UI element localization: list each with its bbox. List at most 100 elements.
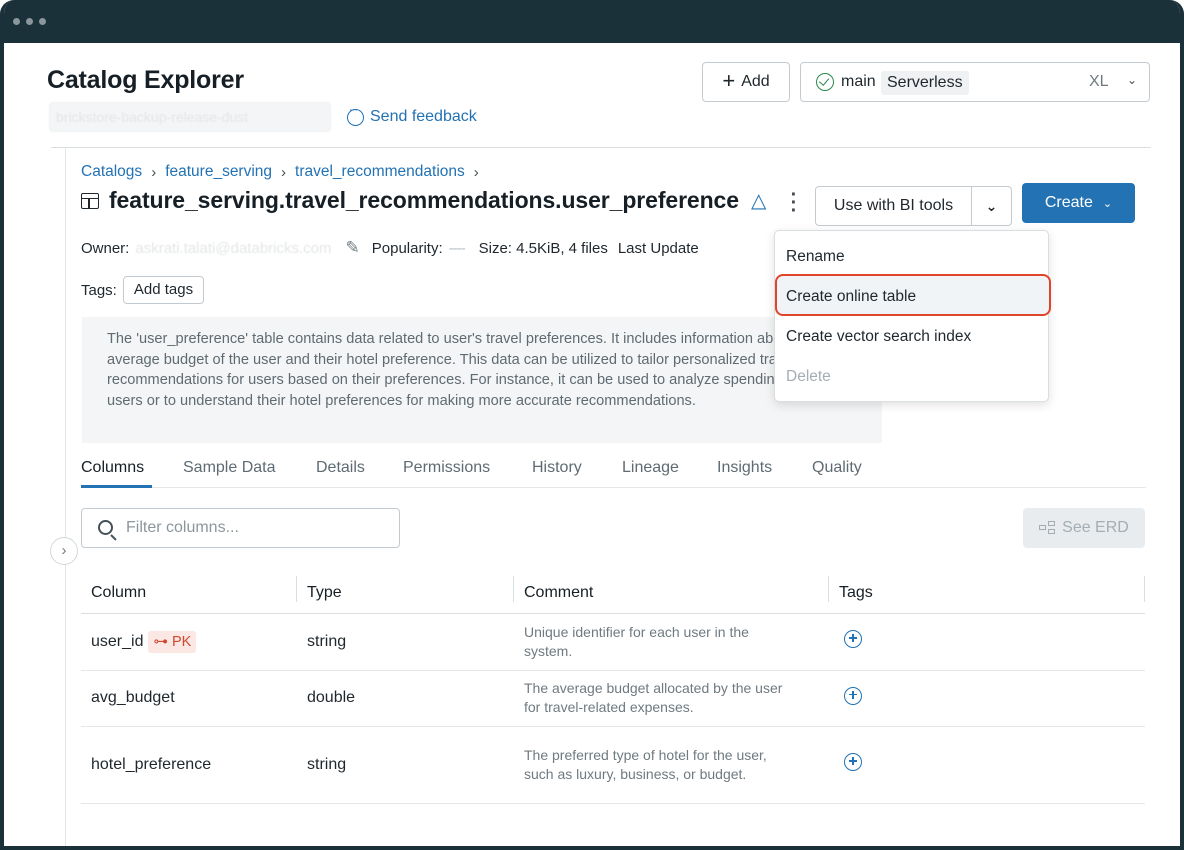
tab-permissions[interactable]: Permissions: [403, 459, 490, 477]
use-with-bi-tools-button[interactable]: Use with BI tools: [815, 186, 972, 226]
workspace-selector[interactable]: brickstore-backup-release-dust: [49, 102, 331, 132]
create-button-label: Create: [1044, 194, 1093, 211]
plus-icon: +: [722, 68, 736, 93]
table-row[interactable]: avg_budget double The average budget all…: [81, 670, 1145, 727]
popularity-label: Popularity:: [371, 239, 443, 257]
key-icon: ⊶: [153, 633, 168, 650]
header-type: Type: [297, 573, 514, 614]
column-type: string: [297, 726, 514, 804]
tags-row: Tags: Add tags: [81, 276, 205, 304]
columns-table: Column Type Comment Tags user_id ⊶ PK str…: [81, 573, 1145, 804]
feedback-icon: [347, 104, 364, 126]
warehouse-selector[interactable]: main Serverless XL ⌄: [800, 62, 1150, 102]
column-tags-cell: [829, 726, 1145, 804]
table-description: The 'user_preference' table contains dat…: [82, 317, 882, 443]
breadcrumb-catalog[interactable]: feature_serving: [165, 163, 272, 181]
app-window: Catalog Explorer brickstore-backup-relea…: [0, 0, 1184, 850]
check-circle-icon: [816, 73, 834, 91]
menu-item-delete: Delete: [786, 368, 831, 385]
column-comment: The average budget allocated by the user…: [514, 670, 829, 727]
add-tag-icon[interactable]: [844, 686, 862, 705]
column-tags-cell: [829, 670, 1145, 727]
window-maximize-dot[interactable]: [39, 18, 46, 25]
breadcrumb-separator: ›: [281, 163, 287, 181]
search-icon: [98, 520, 113, 535]
size-value: Size: 4.5KiB, 4 files: [478, 239, 608, 257]
window-close-dot[interactable]: [13, 18, 20, 25]
active-tab-indicator: [81, 485, 152, 488]
breadcrumb: Catalogs › feature_serving › travel_reco…: [81, 163, 479, 181]
create-button[interactable]: Create ⌄: [1022, 183, 1135, 223]
delta-icon: △: [750, 190, 767, 212]
menu-item-rename[interactable]: Rename: [786, 248, 845, 266]
add-tag-icon[interactable]: [844, 753, 862, 771]
kebab-icon[interactable]: · · ·: [787, 185, 801, 221]
warehouse-name: main: [841, 73, 876, 90]
erd-icon: [1039, 521, 1056, 535]
table-title: feature_serving.travel_recommendations.u…: [81, 187, 766, 214]
breadcrumb-schema[interactable]: travel_recommendations: [295, 163, 465, 181]
add-tags-button[interactable]: Add tags: [122, 276, 205, 304]
menu-item-create-online-table[interactable]: Create online table: [786, 288, 916, 306]
table-row[interactable]: user_id ⊶ PK string Unique identifier for…: [81, 613, 1145, 671]
table-row[interactable]: hotel_preference string The preferred ty…: [81, 726, 1145, 804]
menu-item-create-vector-search-index[interactable]: Create vector search index: [786, 328, 971, 346]
popularity-value: ----: [448, 239, 466, 257]
breadcrumb-catalogs[interactable]: Catalogs: [81, 163, 142, 181]
chevron-down-icon: ⌄: [1102, 197, 1113, 210]
column-comment: Unique identifier for each user in the s…: [514, 613, 829, 671]
primary-key-badge: ⊶ PK: [148, 630, 197, 653]
header-divider: [1144, 576, 1145, 602]
send-feedback-link[interactable]: Send feedback: [347, 104, 477, 126]
tab-sample-data[interactable]: Sample Data: [183, 459, 276, 477]
bi-tools-dropdown-button[interactable]: ⌄: [971, 186, 1012, 226]
chevron-down-icon: ⌄: [1127, 73, 1138, 87]
titlebar: [4, 0, 1180, 43]
owner-value: askrati.talati@databricks.com: [135, 239, 332, 257]
pencil-icon[interactable]: ✎: [346, 238, 360, 258]
tab-details[interactable]: Details: [316, 459, 365, 477]
last-updated-label: Last Update: [617, 239, 699, 257]
erd-icon-box: [1048, 529, 1056, 534]
warehouse-type-tag: Serverless: [881, 71, 969, 95]
header-divider: [51, 147, 1151, 148]
erd-icon-box: [1039, 525, 1047, 530]
column-name: avg_budget: [81, 670, 297, 727]
header-column-label: Column: [91, 583, 147, 601]
page-title: Catalog Explorer: [47, 66, 244, 94]
chevron-right-icon: ›: [61, 542, 67, 559]
expand-sidebar-button[interactable]: ›: [50, 537, 78, 565]
tab-bar: Columns Sample Data Details Permissions …: [81, 459, 1146, 488]
filter-columns-field[interactable]: [81, 508, 400, 548]
table-header-row: Column Type Comment Tags: [81, 573, 1145, 614]
header-comment: Comment: [514, 573, 829, 614]
window-minimize-dot[interactable]: [26, 18, 33, 25]
add-button-label: Add: [741, 73, 770, 90]
column-comment: The preferred type of hotel for the user…: [514, 726, 829, 804]
header-tags: Tags: [829, 573, 1145, 614]
sidebar-divider: [65, 148, 66, 846]
breadcrumb-separator: ›: [151, 163, 157, 181]
column-type: string: [297, 613, 514, 671]
see-erd-button: See ERD: [1023, 508, 1145, 548]
add-button[interactable]: + Add: [702, 62, 790, 102]
tab-history[interactable]: History: [532, 459, 582, 477]
chevron-down-icon: ⌄: [985, 198, 998, 214]
column-name-cell: user_id ⊶ PK: [81, 613, 297, 671]
table-icon: [81, 192, 99, 209]
header-type-label: Type: [307, 583, 342, 601]
warehouse-size: XL: [1089, 73, 1109, 90]
column-name: hotel_preference: [81, 726, 297, 804]
table-title-text: feature_serving.travel_recommendations.u…: [109, 187, 739, 213]
breadcrumb-separator: ›: [473, 163, 479, 181]
filter-columns-input[interactable]: [126, 509, 386, 547]
erd-icon-box: [1048, 521, 1056, 526]
tab-quality[interactable]: Quality: [812, 459, 862, 477]
add-tag-icon[interactable]: [844, 630, 862, 648]
tab-insights[interactable]: Insights: [717, 459, 772, 477]
create-dropdown-menu: Rename Create online table Create vector…: [774, 230, 1051, 402]
tab-columns[interactable]: Columns: [81, 459, 144, 477]
tab-lineage[interactable]: Lineage: [622, 459, 679, 477]
column-tags-cell: [829, 613, 1145, 671]
see-erd-label: See ERD: [1062, 519, 1129, 536]
